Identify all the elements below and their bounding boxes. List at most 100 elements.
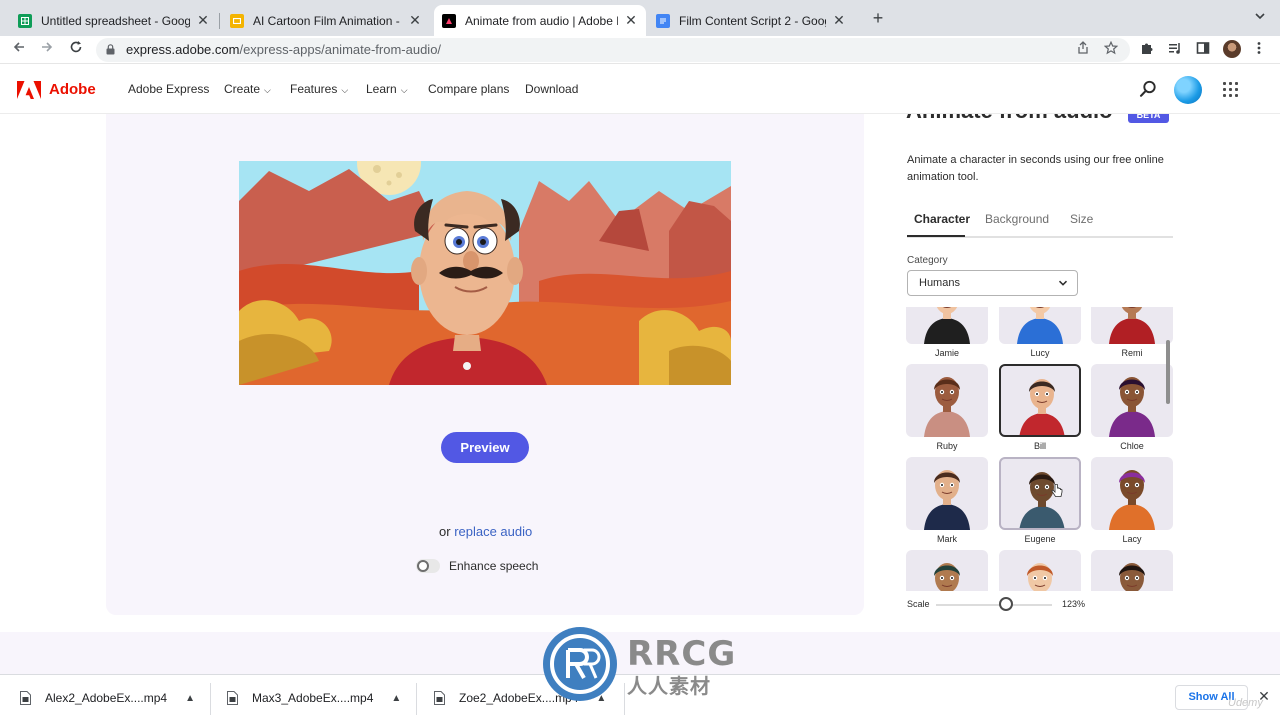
scale-slider-thumb[interactable] (998, 597, 1013, 611)
tab-spreadsheet[interactable]: Untitled spreadsheet - Google ✕ (10, 5, 218, 36)
panel-description: Animate a character in seconds using our… (907, 154, 1164, 183)
character-card[interactable] (1091, 550, 1173, 591)
shelf-divider (210, 683, 211, 715)
side-panel-icon[interactable] (1194, 41, 1212, 59)
search-icon[interactable] (1139, 80, 1157, 98)
chevron-down-icon (1058, 280, 1068, 286)
character-card-lacy[interactable]: Lacy (1091, 457, 1173, 546)
new-tab-button[interactable]: + (868, 8, 888, 28)
category-select[interactable]: Humans (907, 270, 1078, 296)
account-avatar[interactable] (1174, 76, 1202, 104)
character-card-jamie[interactable]: Jamie (906, 307, 988, 360)
character-card-chloe[interactable]: Chloe (1091, 364, 1173, 453)
active-tab-indicator (907, 235, 965, 237)
tab-size[interactable]: Size (1063, 210, 1100, 228)
reload-icon[interactable] (65, 39, 87, 61)
preview-button[interactable]: Preview (441, 432, 529, 463)
tab-film-script[interactable]: Film Content Script 2 - Google ✕ (648, 5, 854, 36)
url-host: express.adobe.com (126, 42, 240, 57)
animation-preview-stage[interactable] (239, 161, 731, 385)
character-thumbnail (906, 364, 988, 437)
download-item[interactable]: Max3_AdobeEx....mp4 ▲ (227, 686, 401, 710)
character-thumbnail (1091, 307, 1173, 344)
chevron-up-icon[interactable]: ▲ (391, 693, 401, 704)
character-thumbnail (906, 307, 988, 344)
app-switcher-grid-icon[interactable] (1223, 82, 1238, 97)
tab-ai-cartoon[interactable]: AI Cartoon Film Animation - Go ✕ (222, 5, 430, 36)
enhance-speech-toggle[interactable] (416, 559, 440, 573)
nav-label: Adobe Express (128, 82, 210, 96)
or-text: or (439, 524, 451, 539)
close-tab-icon[interactable]: ✕ (832, 12, 846, 29)
tab-title: AI Cartoon Film Animation - Go (253, 13, 402, 28)
grid-scrollbar[interactable] (1166, 340, 1170, 404)
chevron-down-icon: ⌵ (341, 85, 349, 95)
desert-scene-illustration (239, 161, 731, 385)
character-name: Jamie (934, 348, 959, 358)
kebab-menu-icon[interactable] (1250, 41, 1268, 59)
address-bar[interactable]: express.adobe.com/express-apps/animate-f… (96, 38, 1130, 62)
hand-cursor-icon (1051, 483, 1063, 498)
character-card[interactable] (906, 550, 988, 591)
character-name: Ruby (936, 441, 958, 451)
nav-download[interactable]: Download (525, 82, 578, 96)
character-thumbnail (999, 307, 1081, 344)
close-tab-icon[interactable]: ✕ (624, 12, 638, 29)
share-icon[interactable] (1074, 41, 1092, 59)
nav-learn[interactable]: Learn ⌵ (366, 82, 408, 96)
nav-adobe-express[interactable]: Adobe Express (128, 82, 209, 96)
adobe-wordmark[interactable]: Adobe (49, 81, 96, 98)
character-card[interactable] (999, 550, 1081, 591)
character-card-lucy[interactable]: Lucy (999, 307, 1081, 360)
character-name: Lucy (1030, 348, 1050, 358)
chevron-down-icon: ⌵ (400, 85, 408, 95)
nav-label: Create (224, 82, 261, 96)
character-card-eugene[interactable]: Eugene (999, 457, 1081, 546)
tab-character[interactable]: Character (907, 210, 977, 228)
extensions-puzzle-icon[interactable] (1138, 41, 1156, 59)
character-card-bill[interactable]: Bill (999, 364, 1081, 453)
character-grid: Jamie Lucy Remi Ruby Bill Chloe Mark Eugene Lacy (904, 307, 1176, 591)
video-file-icon (227, 691, 238, 705)
nav-label: Download (525, 82, 579, 96)
enhance-speech-label: Enhance speech (449, 559, 539, 573)
character-thumbnail (999, 457, 1081, 530)
bookmark-star-icon[interactable] (1102, 40, 1120, 59)
close-tab-icon[interactable]: ✕ (196, 12, 210, 29)
rrcg-subtitle: 人人素材 (627, 674, 711, 698)
character-card-ruby[interactable]: Ruby (906, 364, 988, 453)
forward-arrow-icon[interactable] (36, 39, 58, 61)
character-thumbnail (1091, 550, 1173, 591)
back-arrow-icon[interactable] (8, 39, 30, 61)
nav-label: Learn (366, 82, 397, 96)
toggle-knob (417, 560, 429, 572)
character-name: Lacy (1122, 534, 1142, 544)
tab-search-chevron-icon[interactable] (1252, 10, 1268, 26)
character-card-mark[interactable]: Mark (906, 457, 988, 546)
download-item[interactable]: Alex2_AdobeEx....mp4 ▲ (20, 686, 195, 710)
scale-value: 123% (1062, 599, 1086, 609)
tab-divider (219, 13, 220, 29)
scale-slider-track[interactable] (936, 604, 1052, 606)
shelf-divider (416, 683, 417, 715)
tab-background[interactable]: Background (978, 210, 1056, 228)
url-path: /express-apps/animate-from-audio/ (239, 42, 442, 57)
tab-title: Animate from audio | Adobe Ex (465, 13, 618, 28)
download-filename: Alex2_AdobeEx....mp4 (45, 691, 168, 705)
close-tab-icon[interactable]: ✕ (408, 12, 422, 29)
media-control-icon[interactable] (1166, 41, 1184, 59)
udemy-watermark: Udemy (1228, 697, 1263, 709)
nav-compare-plans[interactable]: Compare plans (428, 82, 509, 96)
adobe-logo-icon[interactable] (17, 81, 41, 99)
character-name: Bill (1033, 441, 1046, 451)
chevron-up-icon[interactable]: ▲ (185, 693, 195, 704)
tab-animate-from-audio[interactable]: Animate from audio | Adobe Ex ✕ (434, 5, 646, 36)
replace-audio-link[interactable]: replace audio (454, 524, 532, 539)
profile-avatar[interactable] (1223, 40, 1241, 58)
nav-features[interactable]: Features ⌵ (290, 82, 348, 96)
scale-label: Scale (907, 599, 930, 609)
tab-title: Film Content Script 2 - Google (679, 13, 826, 28)
character-card-remi[interactable]: Remi (1091, 307, 1173, 360)
nav-create[interactable]: Create ⌵ (224, 82, 271, 96)
replace-audio-line: or replace audio (439, 524, 532, 539)
